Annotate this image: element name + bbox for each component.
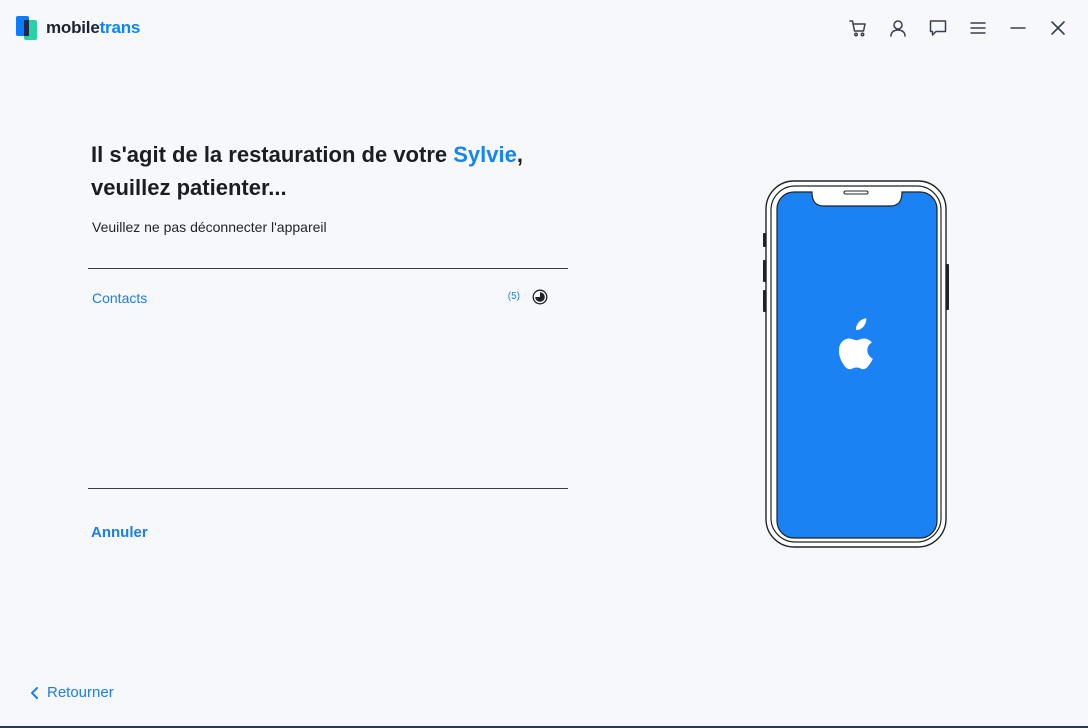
account-button[interactable] bbox=[886, 16, 910, 40]
cart-button[interactable] bbox=[846, 16, 870, 40]
minimize-icon bbox=[1010, 27, 1026, 29]
subtitle: Veuillez ne pas déconnecter l'appareil bbox=[92, 219, 327, 235]
minimize-button[interactable] bbox=[1006, 16, 1030, 40]
app-window: mobiletrans Il s'agit de la restauration… bbox=[0, 0, 1088, 728]
menu-button[interactable] bbox=[966, 16, 990, 40]
list-divider-top bbox=[88, 268, 568, 269]
cart-icon bbox=[849, 20, 866, 37]
close-icon bbox=[1051, 21, 1065, 35]
feedback-icon bbox=[929, 20, 947, 36]
loading-spinner-icon bbox=[532, 289, 548, 305]
chevron-left-icon bbox=[31, 686, 38, 699]
title-suffix: , bbox=[516, 142, 523, 167]
back-label: Retourner bbox=[47, 684, 114, 701]
item-label: Contacts bbox=[92, 290, 148, 306]
feedback-button[interactable] bbox=[926, 16, 950, 40]
account-icon bbox=[890, 20, 906, 37]
item-count: (5) bbox=[507, 291, 520, 302]
mobiletrans-logo-icon bbox=[16, 16, 37, 40]
title-prefix: Il s'agit de la restauration de votre bbox=[91, 142, 454, 167]
list-divider-bottom bbox=[88, 488, 568, 489]
close-button[interactable] bbox=[1046, 16, 1070, 40]
title-bar: mobiletrans bbox=[0, 0, 1088, 58]
brand: mobiletrans bbox=[16, 16, 140, 40]
list-item: Contacts (5) bbox=[92, 285, 552, 311]
app-name-suffix: trans bbox=[99, 18, 141, 37]
back-button[interactable]: Retourner bbox=[30, 684, 114, 701]
menu-icon bbox=[970, 22, 986, 34]
page-title: Il s'agit de la restauration de votre Sy… bbox=[91, 138, 611, 204]
window-controls bbox=[830, 16, 1070, 40]
device-name: Sylvie bbox=[453, 142, 517, 167]
cancel-button[interactable]: Annuler bbox=[91, 524, 148, 541]
app-name-prefix: mobile bbox=[46, 18, 100, 37]
app-name: mobiletrans bbox=[46, 18, 140, 38]
title-line2: veuillez patienter... bbox=[91, 175, 287, 200]
phone-illustration bbox=[763, 180, 949, 548]
